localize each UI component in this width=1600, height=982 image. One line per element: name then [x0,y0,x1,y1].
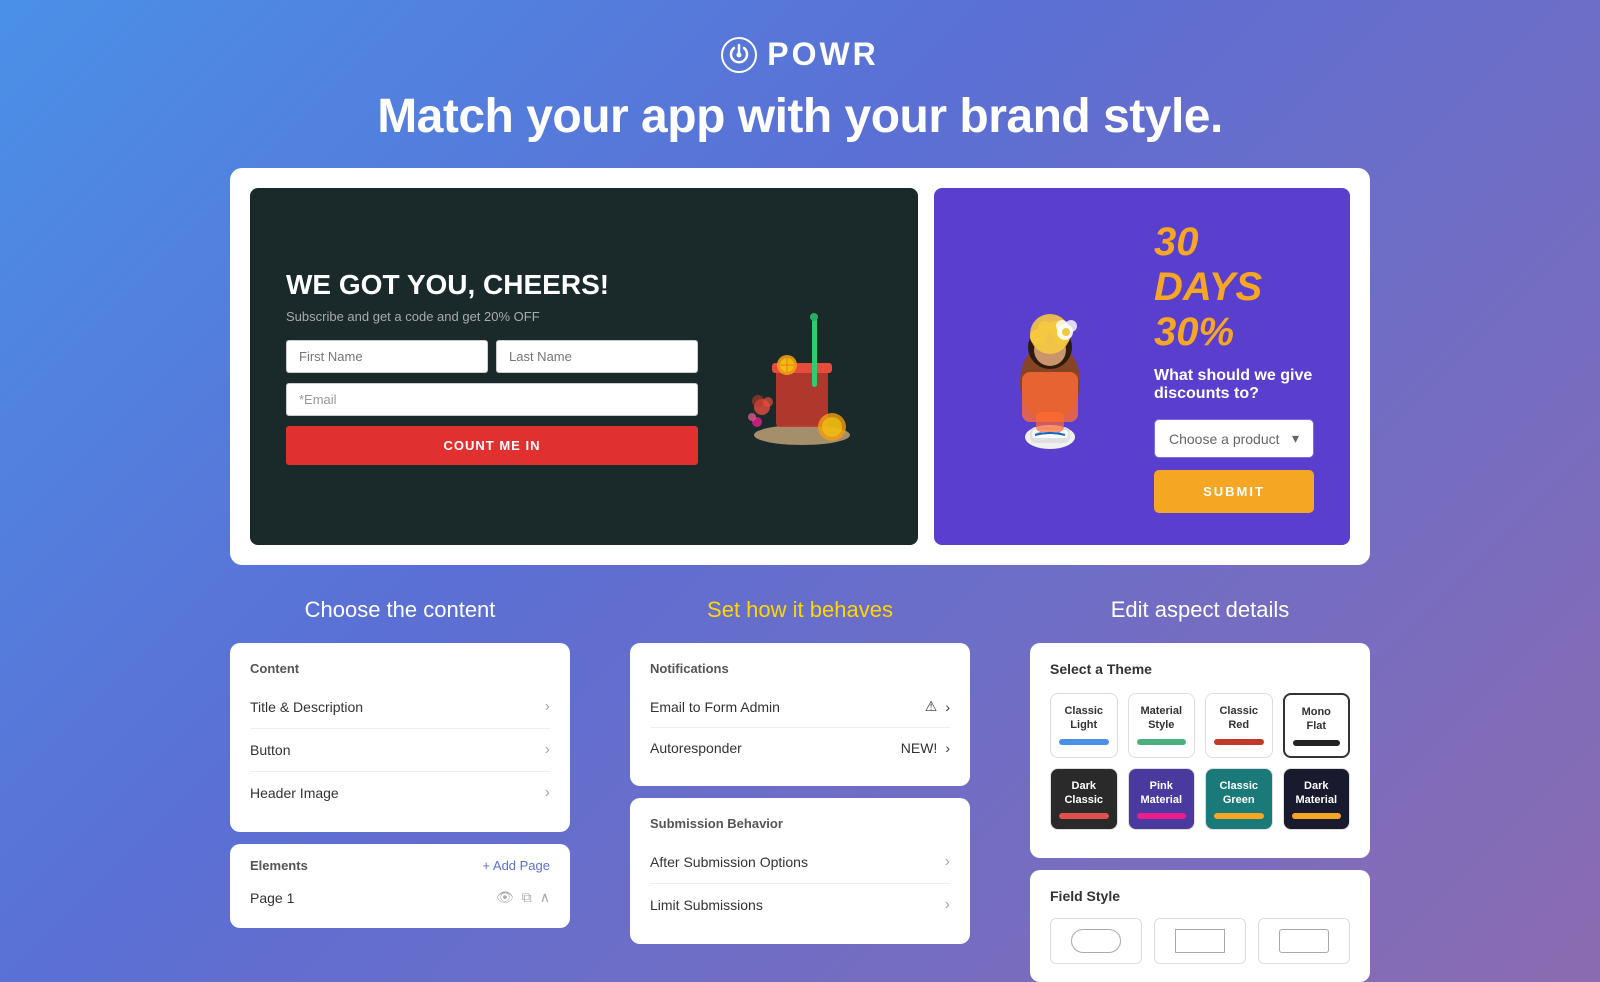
field-style-options [1050,918,1350,964]
theme-bar [1293,740,1341,746]
col-behavior: Set how it behaves Notifications Email t… [630,597,970,982]
header: POWR Match your app with your brand styl… [0,0,1600,168]
field-style-title: Field Style [1050,888,1350,904]
col-aspects-title: Edit aspect details [1030,597,1370,623]
preview-select-placeholder: Choose a product [1169,431,1280,447]
field-style-default[interactable] [1258,918,1350,964]
chevron-right-icon: › [945,740,950,756]
chevron-right-icon: › [945,853,950,871]
col-content: Choose the content Content Title & Descr… [230,597,570,982]
notif-email-item[interactable]: Email to Form Admin ⚠ › [650,686,950,728]
page-1-label: Page 1 [250,890,294,906]
preview-banner: WE GOT YOU, CHEERS! Subscribe and get a … [230,168,1370,565]
col-content-title: Choose the content [230,597,570,623]
col-behavior-title: Set how it behaves [630,597,970,623]
preview-right-content: 30 DAYS 30% What should we give discount… [1154,220,1314,513]
notifications-panel: Notifications Email to Form Admin ⚠ › Au… [630,643,970,786]
field-style-panel: Field Style [1030,870,1370,982]
preview-left-title: WE GOT YOU, CHEERS! [286,268,698,302]
themes-grid: ClassicLight MaterialStyle ClassicRed Mo… [1050,693,1350,830]
theme-bar [1137,813,1187,819]
page-headline: Match your app with your brand style. [0,89,1600,144]
eye-icon[interactable]: 👁 [496,889,514,906]
field-style-sharp[interactable] [1154,918,1246,964]
preview-name-fields [286,340,698,373]
theme-pink-material[interactable]: PinkMaterial [1128,768,1196,831]
character-svg [980,282,1120,452]
default-box [1279,929,1329,953]
preview-first-name[interactable] [286,340,488,373]
chevron-right-icon: › [945,896,950,914]
theme-classic-red[interactable]: ClassicRed [1205,693,1273,758]
preview-right-title: 30 DAYS 30% [1154,220,1314,355]
theme-mono-flat[interactable]: MonoFlat [1283,693,1351,758]
content-item-header-image[interactable]: Header Image › [250,772,550,814]
preview-submit-button[interactable]: COUNT ME IN [286,426,698,465]
theme-classic-light[interactable]: ClassicLight [1050,693,1118,758]
logo-text: POWR [767,36,879,73]
preview-product-select[interactable]: Choose a product ▾ [1154,419,1314,458]
rounded-box [1071,929,1121,953]
content-item-button[interactable]: Button › [250,729,550,772]
col-aspects: Edit aspect details Select a Theme Class… [1030,597,1370,982]
cocktail-svg [732,287,872,447]
theme-classic-green[interactable]: ClassicGreen [1205,768,1273,831]
page-1-item: Page 1 👁 ⧉ ∧ [250,881,550,914]
after-submission-item[interactable]: After Submission Options › [650,841,950,884]
elements-title: Elements [250,858,308,873]
theme-material-style[interactable]: MaterialStyle [1128,693,1196,758]
themes-panel: Select a Theme ClassicLight MaterialStyl… [1030,643,1370,858]
notifications-header: Notifications [650,661,950,676]
chevron-right-icon: › [945,699,950,715]
theme-bar [1214,813,1264,819]
sharp-box [1175,929,1225,953]
preview-left-card: WE GOT YOU, CHEERS! Subscribe and get a … [250,188,918,545]
theme-bar [1059,739,1109,745]
theme-dark-material[interactable]: DarkMaterial [1283,768,1351,831]
content-panel-header: Content [250,661,550,676]
preview-character-image [970,287,1130,447]
preview-right-submit[interactable]: SUBMIT [1154,470,1314,513]
three-columns: Choose the content Content Title & Descr… [230,597,1370,982]
submission-panel: Submission Behavior After Submission Opt… [630,798,970,944]
theme-bar [1137,739,1187,745]
submission-header: Submission Behavior [650,816,950,831]
field-style-rounded[interactable] [1050,918,1142,964]
content-item-title[interactable]: Title & Description › [250,686,550,729]
elements-panel-header: Elements + Add Page [250,858,550,873]
theme-bar [1292,813,1342,819]
preview-left-content: WE GOT YOU, CHEERS! Subscribe and get a … [286,268,698,466]
preview-last-name[interactable] [496,340,698,373]
content-panel: Content Title & Description › Button › H… [230,643,570,832]
theme-bar [1059,813,1109,819]
powr-icon [721,37,757,73]
theme-dark-classic[interactable]: DarkClassic [1050,768,1118,831]
logo-row: POWR [0,36,1600,73]
elements-panel: Elements + Add Page Page 1 👁 ⧉ ∧ [230,844,570,928]
preview-cocktail-image [722,287,882,447]
preview-left-subtitle: Subscribe and get a code and get 20% OFF [286,309,698,324]
preview-right-card: 30 DAYS 30% What should we give discount… [934,188,1350,545]
preview-right-subtitle: What should we give discounts to? [1154,367,1314,403]
new-badge: NEW! [901,740,938,756]
preview-email: *Email [286,383,698,416]
page-1-actions: 👁 ⧉ ∧ [496,889,550,906]
themes-title: Select a Theme [1050,661,1350,677]
theme-bar [1214,739,1264,745]
notif-autoresponder-item[interactable]: Autoresponder NEW! › [650,728,950,768]
warning-icon: ⚠ [925,698,938,715]
chevron-down-icon: ▾ [1292,430,1299,447]
add-page-button[interactable]: + Add Page [482,858,550,873]
copy-icon[interactable]: ⧉ [522,889,532,906]
chevron-right-icon: › [545,698,550,716]
chevron-right-icon: › [545,784,550,802]
chevron-right-icon: › [545,741,550,759]
limit-submissions-item[interactable]: Limit Submissions › [650,884,950,926]
up-icon[interactable]: ∧ [540,889,550,906]
